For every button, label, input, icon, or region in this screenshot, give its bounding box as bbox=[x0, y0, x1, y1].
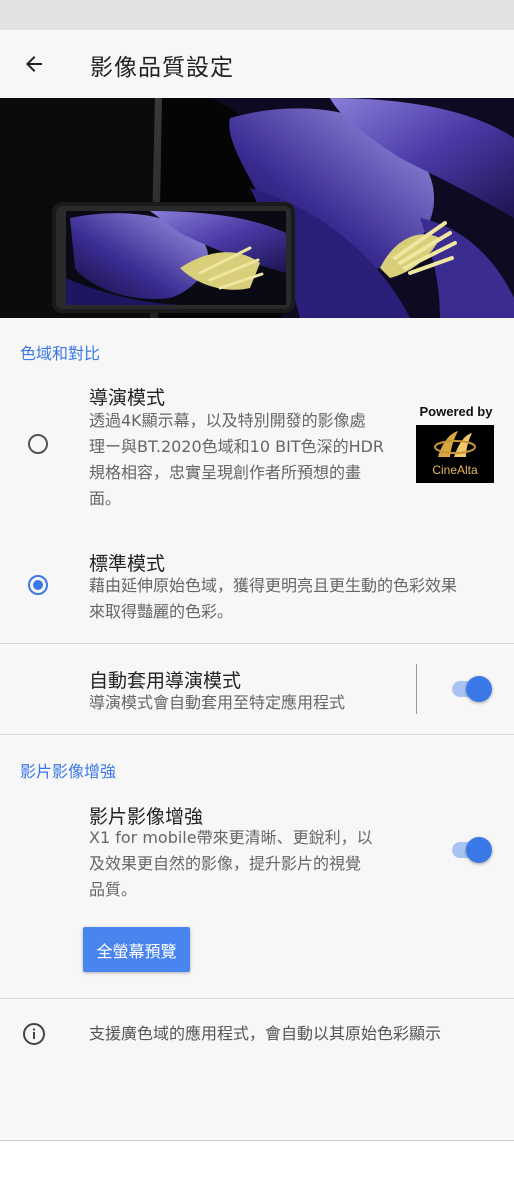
vertical-separator bbox=[416, 664, 417, 714]
section-header-video: 影片影像增強 bbox=[20, 762, 117, 781]
cinealta-badge: Powered by CineAlta bbox=[416, 404, 496, 483]
status-bar bbox=[0, 0, 514, 30]
bottom-area bbox=[0, 1141, 514, 1200]
auto-director-mode-row[interactable]: 自動套用導演模式 導演模式會自動套用至特定應用程式 bbox=[0, 644, 514, 734]
page-title: 影像品質設定 bbox=[90, 55, 234, 81]
video-enhance-desc: X1 for mobile帶來更清晰、更銳利，以 及效果更自然的影像，提升影片的… bbox=[89, 828, 373, 899]
standard-mode-radio[interactable] bbox=[28, 575, 48, 595]
auto-director-desc: 導演模式會自動套用至特定應用程式 bbox=[89, 693, 346, 712]
standard-mode-desc: 藉由延伸原始色域，獲得更明亮且更生動的色彩效果 來取得豔麗的色彩。 bbox=[89, 576, 458, 621]
director-mode-desc: 透過4K顯示幕，以及特別開發的影像處 理ー與BT.2020色域和10 BIT色深… bbox=[89, 411, 385, 508]
cinealta-logo: CineAlta bbox=[416, 425, 494, 483]
auto-director-toggle[interactable] bbox=[450, 675, 494, 703]
fullscreen-preview-button[interactable]: 全螢幕預覽 bbox=[83, 927, 190, 972]
standard-mode-option[interactable]: 標準模式 藉由延伸原始色域，獲得更明亮且更生動的色彩效果 來取得豔麗的色彩。 bbox=[0, 540, 514, 635]
director-mode-option[interactable]: 導演模式 透過4K顯示幕，以及特別開發的影像處 理ー與BT.2020色域和10 … bbox=[0, 375, 410, 515]
director-mode-title: 導演模式 bbox=[89, 387, 166, 409]
divider bbox=[0, 998, 514, 999]
video-enhance-row[interactable]: 影片影像增強 X1 for mobile帶來更清晰、更銳利，以 及效果更自然的影… bbox=[0, 795, 514, 905]
powered-by-label: Powered by bbox=[419, 404, 493, 419]
cinealta-emblem-icon bbox=[434, 431, 476, 457]
video-enhance-toggle[interactable] bbox=[450, 836, 494, 864]
divider bbox=[0, 734, 514, 735]
iris-flower-image bbox=[0, 98, 514, 318]
back-arrow-icon bbox=[26, 56, 42, 72]
cinealta-brand: CineAlta bbox=[432, 463, 478, 477]
director-mode-radio[interactable] bbox=[28, 434, 48, 454]
standard-mode-title: 標準模式 bbox=[89, 553, 166, 575]
hero-image bbox=[0, 98, 514, 318]
app-bar: 影像品質設定 bbox=[0, 30, 514, 98]
info-text: 支援廣色域的應用程式，會自動以其原始色彩顯示 bbox=[89, 1024, 442, 1043]
auto-director-title: 自動套用導演模式 bbox=[89, 670, 242, 692]
info-icon bbox=[23, 1023, 45, 1045]
back-button[interactable] bbox=[14, 44, 54, 84]
section-header-gamut: 色域和對比 bbox=[20, 344, 101, 363]
